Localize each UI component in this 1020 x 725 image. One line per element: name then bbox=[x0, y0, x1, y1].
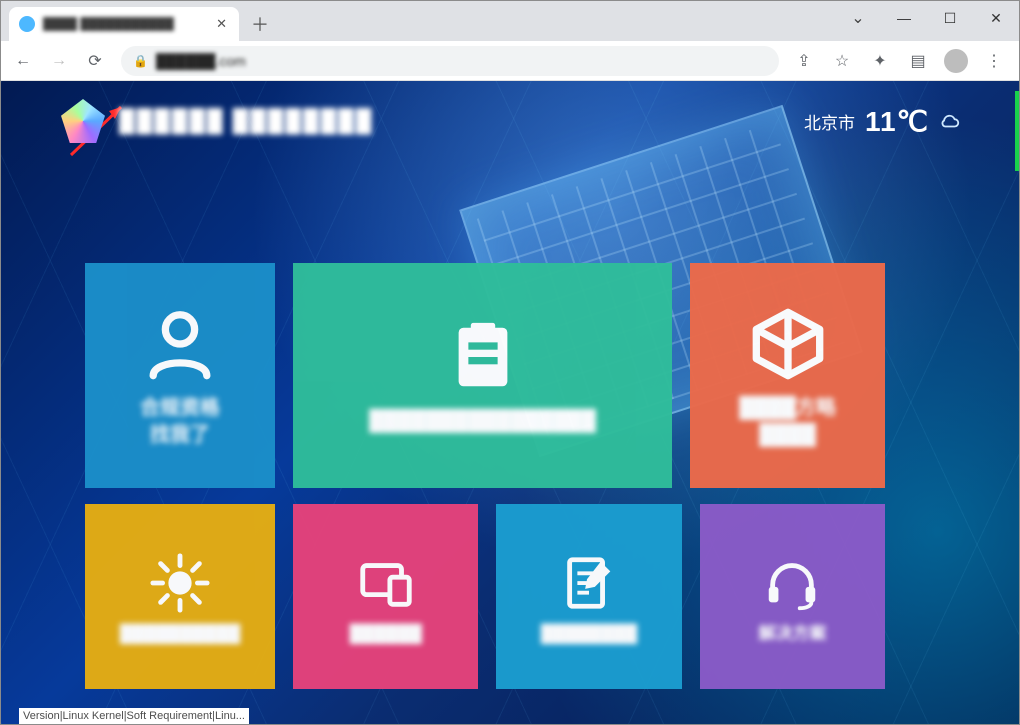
close-window-button[interactable]: ✕ bbox=[973, 3, 1019, 33]
page-viewport: ██████ ████████ 北京市 11℃ 合规资格 找我了 bbox=[1, 81, 1019, 724]
new-tab-button[interactable]: ＋ bbox=[245, 9, 275, 39]
lock-icon: 🔒 bbox=[133, 54, 148, 68]
share-icon[interactable]: ⇪ bbox=[789, 46, 819, 76]
reload-button[interactable]: ⟳ bbox=[79, 45, 111, 77]
profile-button[interactable] bbox=[941, 46, 971, 76]
tile-strategy[interactable]: ████方略 ████ bbox=[690, 263, 885, 488]
spark-icon bbox=[149, 551, 211, 615]
note-icon bbox=[558, 551, 620, 615]
tile-label: ██████ bbox=[350, 623, 422, 646]
weather-temp: 11℃ bbox=[865, 105, 929, 138]
minimize-button[interactable]: — bbox=[881, 3, 927, 33]
tab-title: ████ ███████████ bbox=[43, 17, 206, 31]
person-icon bbox=[141, 307, 219, 381]
favicon-icon bbox=[19, 16, 35, 32]
tile-center[interactable]: ████████████████ bbox=[293, 263, 672, 488]
tile-grid: 合规资格 找我了 ████████████████ ████方略 ████ bbox=[85, 263, 885, 689]
close-icon[interactable]: ✕ bbox=[214, 16, 229, 32]
tab-strip: ████ ███████████ ✕ ＋ ⌄ — ☐ ✕ bbox=[1, 1, 1019, 41]
tile-yellow[interactable]: ██████████ bbox=[85, 504, 275, 689]
avatar-icon bbox=[944, 49, 968, 73]
window-controls: ⌄ — ☐ ✕ bbox=[835, 1, 1019, 35]
tile-label: ██████████ bbox=[120, 623, 240, 646]
tile-pink[interactable]: ██████ bbox=[293, 504, 478, 689]
tab-active[interactable]: ████ ███████████ ✕ bbox=[9, 7, 239, 41]
chevron-down-icon[interactable]: ⌄ bbox=[835, 3, 881, 33]
tile-qualification[interactable]: 合规资格 找我了 bbox=[85, 263, 275, 488]
headset-icon bbox=[761, 551, 823, 615]
bookmark-icon[interactable]: ☆ bbox=[827, 46, 857, 76]
tile-teal[interactable]: ████████ bbox=[496, 504, 681, 689]
url-text: ██████.com bbox=[156, 53, 246, 69]
logo-icon[interactable] bbox=[61, 99, 105, 143]
cloud-icon bbox=[939, 110, 961, 132]
browser-window: ████ ███████████ ✕ ＋ ⌄ — ☐ ✕ ← → ⟳ 🔒 ███… bbox=[0, 0, 1020, 725]
forward-button[interactable]: → bbox=[43, 45, 75, 77]
device-icon bbox=[355, 551, 417, 615]
back-button[interactable]: ← bbox=[7, 45, 39, 77]
weather-widget[interactable]: 北京市 11℃ bbox=[804, 105, 961, 138]
tile-label: ████████████████ bbox=[369, 408, 596, 435]
site-title: ██████ ████████ bbox=[119, 108, 373, 134]
tile-label: ████方略 ████ bbox=[739, 395, 836, 449]
tile-row-1: 合规资格 找我了 ████████████████ ████方略 ████ bbox=[85, 263, 885, 488]
weather-city: 北京市 bbox=[804, 109, 855, 134]
menu-button[interactable]: ⋮ bbox=[979, 46, 1009, 76]
site-header: ██████ ████████ 北京市 11℃ bbox=[1, 81, 1019, 161]
tile-row-2: ██████████ ██████ ████████ bbox=[85, 504, 885, 689]
reading-list-icon[interactable]: ▤ bbox=[903, 46, 933, 76]
tile-solutions[interactable]: 解决方案 bbox=[700, 504, 885, 689]
tile-label: ████████ bbox=[541, 623, 637, 646]
card-icon bbox=[444, 320, 522, 394]
tile-label: 合规资格 找我了 bbox=[140, 395, 220, 449]
address-bar[interactable]: 🔒 ██████.com bbox=[121, 46, 779, 76]
tile-label: 解决方案 bbox=[758, 623, 826, 646]
status-bar: Version|Linux Kernel|Soft Requirement|Li… bbox=[19, 708, 249, 724]
extensions-icon[interactable]: ✦ bbox=[865, 46, 895, 76]
cube-icon bbox=[749, 307, 827, 381]
maximize-button[interactable]: ☐ bbox=[927, 3, 973, 33]
toolbar: ← → ⟳ 🔒 ██████.com ⇪ ☆ ✦ ▤ ⋮ bbox=[1, 41, 1019, 81]
